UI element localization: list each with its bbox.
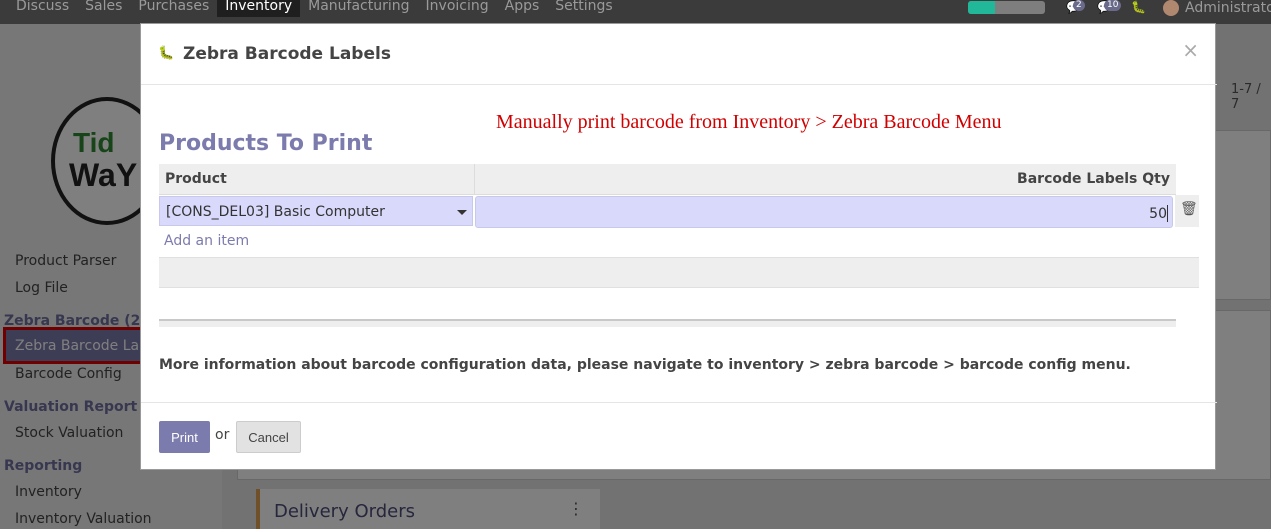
menu-inventory[interactable]: Inventory: [217, 0, 301, 17]
menu-sales[interactable]: Sales: [77, 0, 130, 13]
table-row: [CONS_DEL03] Basic Computer 50 🗑: [159, 195, 1199, 228]
column-header-qty[interactable]: Barcode Labels Qty: [1017, 171, 1170, 187]
product-value: [CONS_DEL03] Basic Computer: [166, 204, 385, 220]
user-menu[interactable]: Administrator: [1163, 0, 1271, 16]
menu-settings[interactable]: Settings: [547, 0, 620, 13]
section-title: Products To Print: [159, 131, 373, 156]
column-divider: [474, 164, 475, 195]
empty-table-row: [159, 257, 1199, 288]
onboarding-progress-bar[interactable]: [968, 1, 1045, 14]
bug-icon[interactable]: 🐛: [1131, 0, 1146, 14]
main-menu: Discuss Sales Purchases Inventory Manufa…: [8, 0, 621, 17]
cancel-button[interactable]: Cancel: [236, 421, 301, 453]
table-footer: [159, 319, 1176, 327]
modal-header: 🐛 Zebra Barcode Labels ×: [141, 24, 1217, 85]
close-icon[interactable]: ×: [1182, 38, 1199, 62]
trash-icon[interactable]: 🗑: [1180, 201, 1198, 217]
column-header-product[interactable]: Product: [165, 171, 227, 187]
menu-purchases[interactable]: Purchases: [130, 0, 217, 13]
print-button[interactable]: Print: [159, 421, 210, 453]
avatar: [1163, 0, 1179, 16]
chat-count-badge: 2: [1073, 0, 1085, 11]
progress-fill: [968, 1, 995, 14]
modal-title: Zebra Barcode Labels: [183, 44, 391, 64]
text-cursor: [1167, 205, 1168, 222]
menu-discuss[interactable]: Discuss: [8, 0, 77, 13]
product-select[interactable]: [CONS_DEL03] Basic Computer: [159, 196, 473, 226]
menu-apps[interactable]: Apps: [497, 0, 548, 13]
user-name: Administrator: [1185, 0, 1271, 16]
menu-invoicing[interactable]: Invoicing: [418, 0, 497, 13]
qty-input[interactable]: 50: [475, 196, 1173, 228]
qty-value: 50: [1149, 206, 1167, 222]
add-item-link[interactable]: Add an item: [164, 233, 249, 249]
table-header: Product Barcode Labels Qty: [159, 164, 1176, 195]
zebra-barcode-labels-dialog: 🐛 Zebra Barcode Labels × Manually print …: [140, 23, 1217, 470]
activity-count-badge: 10: [1104, 0, 1122, 11]
top-navbar: Discuss Sales Purchases Inventory Manufa…: [0, 0, 1271, 24]
info-text: More information about barcode configura…: [159, 357, 1131, 373]
delete-row-cell: 🗑: [1175, 195, 1199, 227]
annotation-note: Manually print barcode from Inventory > …: [496, 111, 1002, 133]
or-label: or: [215, 427, 230, 443]
modal-footer-divider: [141, 402, 1217, 403]
menu-manufacturing[interactable]: Manufacturing: [300, 0, 417, 13]
chevron-down-icon[interactable]: [457, 210, 467, 215]
debug-bug-icon: 🐛: [158, 46, 175, 61]
